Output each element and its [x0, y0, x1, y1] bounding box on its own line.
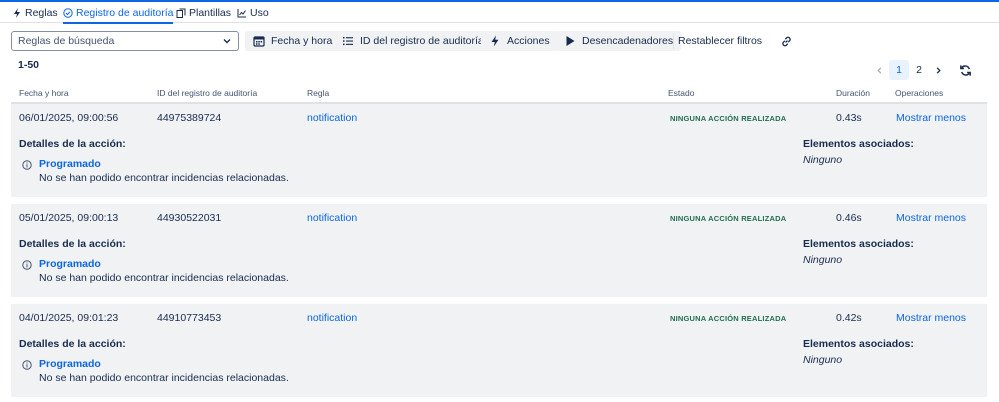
play-icon	[566, 36, 575, 46]
row-rule-link[interactable]: notification	[307, 212, 357, 224]
link-icon	[781, 36, 791, 46]
associated-items-value: Ninguno	[803, 254, 843, 266]
search-rules-placeholder: Reglas de búsqueda	[18, 35, 115, 47]
results-range: 1-50	[18, 59, 40, 71]
associated-items-title: Elementos asociados:	[803, 338, 914, 350]
row-audit-id: 44910773453	[157, 312, 222, 324]
bolt-icon	[491, 35, 499, 47]
list-icon	[343, 37, 353, 46]
check-circle-icon	[63, 7, 73, 18]
row-duration: 0.42s	[836, 312, 862, 324]
row-date: 05/01/2025, 09:00:13	[19, 212, 119, 224]
action-message: No se han podido encontrar incidencias r…	[39, 372, 289, 384]
show-less-button[interactable]: Mostrar menos	[896, 112, 966, 124]
date-filter-label: Fecha y hora	[271, 35, 333, 47]
refresh-button[interactable]	[955, 60, 975, 80]
tab-rules-label: Reglas	[25, 6, 58, 19]
date-filter-button[interactable]: Fecha y hora	[245, 31, 341, 51]
action-details-title: Detalles de la acción:	[19, 338, 126, 350]
table-row: 04/01/2025, 09:01:23 44910773453 notific…	[11, 304, 987, 397]
actions-filter-label: Acciones	[507, 35, 550, 47]
page-1-button[interactable]: 1	[889, 60, 909, 80]
associated-items-value: Ninguno	[803, 154, 843, 166]
row-date: 04/01/2025, 09:01:23	[19, 312, 119, 324]
action-details-title: Detalles de la acción:	[19, 238, 126, 250]
table-row: 05/01/2025, 09:00:13 44930522031 notific…	[11, 204, 987, 297]
actions-filter-button[interactable]: Acciones	[481, 31, 558, 51]
status-badge: NINGUNA ACCIÓN REALIZADA	[670, 314, 787, 323]
info-icon	[22, 160, 32, 170]
reset-filters-button[interactable]: Restablecer filtros	[678, 31, 762, 51]
refresh-icon	[959, 64, 971, 76]
triggers-filter-label: Desencadenadores	[582, 35, 674, 47]
column-header-audit-id[interactable]: ID del registro de auditoría	[157, 88, 257, 98]
previous-page-button[interactable]	[872, 60, 886, 80]
tab-audit-log[interactable]: Registro de auditoría	[63, 2, 174, 24]
tab-templates[interactable]: Plantillas	[176, 2, 231, 23]
tab-bar: Reglas Registro de auditoría Plantillas …	[0, 2, 999, 24]
tab-audit-log-label: Registro de auditoría	[76, 6, 174, 19]
column-header-status[interactable]: Estado	[668, 88, 694, 98]
action-message: No se han podido encontrar incidencias r…	[39, 272, 289, 284]
action-name: Programado	[39, 258, 101, 270]
reset-filters-label: Restablecer filtros	[678, 35, 763, 47]
row-duration: 0.43s	[836, 112, 862, 124]
show-less-button[interactable]: Mostrar menos	[896, 212, 966, 224]
column-header-rule[interactable]: Regla	[307, 88, 329, 98]
search-rules-select[interactable]: Reglas de búsqueda	[11, 31, 239, 51]
calendar-icon	[253, 36, 265, 47]
next-page-button[interactable]	[931, 60, 945, 80]
associated-items-title: Elementos asociados:	[803, 138, 914, 150]
info-icon	[22, 260, 32, 270]
toolbar-divider	[673, 33, 674, 49]
tab-usage[interactable]: Uso	[237, 2, 269, 23]
copy-link-button[interactable]	[776, 31, 796, 51]
action-details-title: Detalles de la acción:	[19, 138, 126, 150]
status-badge: NINGUNA ACCIÓN REALIZADA	[670, 214, 787, 223]
tab-templates-label: Plantillas	[189, 6, 232, 19]
show-less-button[interactable]: Mostrar menos	[896, 312, 966, 324]
info-icon	[22, 360, 32, 370]
row-audit-id: 44975389724	[157, 112, 222, 124]
chart-icon	[237, 8, 246, 17]
status-badge: NINGUNA ACCIÓN REALIZADA	[670, 114, 787, 123]
associated-items-title: Elementos asociados:	[803, 238, 914, 250]
action-name: Programado	[39, 158, 101, 170]
page-2-button[interactable]: 2	[911, 60, 927, 80]
audit-id-filter-label: ID del registro de auditoría	[360, 35, 484, 47]
chevron-down-icon	[223, 39, 231, 44]
column-header-date[interactable]: Fecha y hora	[19, 88, 69, 98]
row-rule-link[interactable]: notification	[307, 112, 357, 124]
chevron-left-icon	[876, 66, 881, 74]
action-message: No se han podido encontrar incidencias r…	[39, 172, 289, 184]
row-audit-id: 44930522031	[157, 212, 222, 224]
row-date: 06/01/2025, 09:00:56	[19, 112, 119, 124]
copy-icon	[176, 8, 186, 18]
row-duration: 0.46s	[836, 212, 862, 224]
column-header-operations: Operaciones	[895, 88, 944, 98]
associated-items-value: Ninguno	[803, 354, 843, 366]
bolt-icon	[14, 7, 20, 18]
audit-id-filter-button[interactable]: ID del registro de auditoría	[334, 31, 492, 51]
column-header-duration[interactable]: Duración	[836, 88, 870, 98]
tab-usage-label: Uso	[250, 6, 269, 19]
chevron-right-icon	[936, 66, 941, 74]
tab-rules[interactable]: Reglas	[12, 2, 58, 23]
triggers-filter-button[interactable]: Desencadenadores	[556, 31, 682, 51]
row-rule-link[interactable]: notification	[307, 312, 357, 324]
table-row: 06/01/2025, 09:00:56 44975389724 notific…	[11, 104, 987, 197]
action-name: Programado	[39, 358, 101, 370]
